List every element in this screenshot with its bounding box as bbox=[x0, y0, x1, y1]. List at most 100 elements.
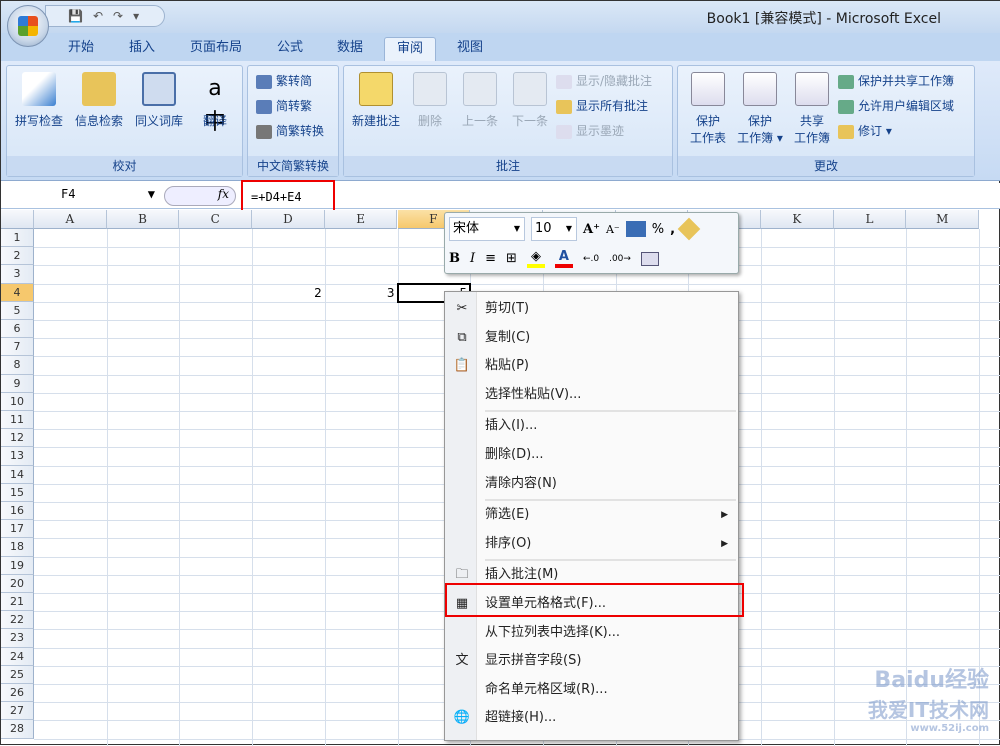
row-header-3[interactable]: 3 bbox=[1, 265, 34, 284]
column-header-E[interactable]: E bbox=[324, 210, 398, 229]
column-header-D[interactable]: D bbox=[252, 210, 325, 229]
row-header-21[interactable]: 21 bbox=[1, 593, 34, 612]
center-icon[interactable]: ≡ bbox=[485, 251, 496, 266]
conversion-button[interactable]: 简繁转换 bbox=[256, 120, 324, 142]
row-header-2[interactable]: 2 bbox=[1, 247, 34, 266]
spelling-button[interactable]: 拼写检查 bbox=[9, 72, 69, 129]
fill-color-icon[interactable]: ◈ bbox=[526, 249, 545, 268]
tab-review[interactable]: 审阅 bbox=[384, 37, 437, 61]
row-header-11[interactable]: 11 bbox=[1, 411, 34, 430]
row-header-14[interactable]: 14 bbox=[1, 465, 34, 484]
row-header-8[interactable]: 8 bbox=[1, 356, 34, 375]
cell-E4[interactable]: 3 bbox=[325, 284, 398, 302]
column-header-K[interactable]: K bbox=[761, 210, 834, 229]
row-header-16[interactable]: 16 bbox=[1, 502, 34, 521]
borders-icon[interactable]: ⊞ bbox=[506, 251, 517, 266]
row-header-9[interactable]: 9 bbox=[1, 374, 34, 393]
select-all-corner[interactable] bbox=[1, 210, 34, 229]
column-header-A[interactable]: A bbox=[34, 210, 107, 229]
row-header-24[interactable]: 24 bbox=[1, 647, 34, 666]
tab-home[interactable]: 开始 bbox=[56, 37, 106, 61]
research-button[interactable]: 信息检索 bbox=[69, 72, 129, 129]
new-comment-button[interactable]: 新建批注 bbox=[346, 72, 406, 129]
next-comment-button[interactable]: 下一条 bbox=[502, 72, 558, 129]
tab-page-layout[interactable]: 页面布局 bbox=[178, 37, 254, 61]
chevron-down-icon[interactable]: ▼ bbox=[148, 187, 155, 201]
tab-data[interactable]: 数据 bbox=[325, 37, 375, 61]
font-select[interactable]: 宋体 ▼ bbox=[449, 217, 525, 241]
customize-qat-icon[interactable]: ▾ bbox=[133, 9, 139, 23]
simp-to-trad-button[interactable]: 简转繁 bbox=[256, 95, 312, 117]
format-painter-icon[interactable] bbox=[677, 217, 701, 241]
row-header-4[interactable]: 4 bbox=[1, 283, 34, 302]
menu-item-copy[interactable]: ⧉ 复制(C) bbox=[445, 324, 738, 352]
protect-workbook-button[interactable]: 保护 工作簿 ▾ bbox=[730, 72, 790, 146]
name-box[interactable]: F4 ▼ bbox=[31, 187, 161, 201]
accounting-format-icon[interactable] bbox=[625, 221, 646, 237]
thesaurus-button[interactable]: 同义词库 bbox=[129, 72, 189, 129]
row-header-15[interactable]: 15 bbox=[1, 483, 34, 502]
cell-D4[interactable]: 2 bbox=[252, 284, 325, 302]
formula-input[interactable]: =+D4+E4 bbox=[241, 180, 335, 214]
redo-icon[interactable]: ↷ bbox=[113, 9, 123, 23]
row-header-22[interactable]: 22 bbox=[1, 611, 34, 630]
grow-font-button[interactable]: A⁺ bbox=[583, 222, 600, 237]
tab-insert[interactable]: 插入 bbox=[117, 37, 167, 61]
row-header-27[interactable]: 27 bbox=[1, 702, 34, 721]
menu-item-paste-special[interactable]: 选择性粘贴(V)... bbox=[445, 381, 738, 409]
protect-share-button[interactable]: 保护并共享工作簿 bbox=[838, 70, 954, 92]
save-icon[interactable]: 💾 bbox=[68, 9, 83, 23]
shrink-font-button[interactable]: A⁻ bbox=[606, 223, 620, 236]
column-header-B[interactable]: B bbox=[106, 210, 180, 229]
row-header-10[interactable]: 10 bbox=[1, 392, 34, 411]
row-header-12[interactable]: 12 bbox=[1, 429, 34, 448]
menu-item-hyperlink[interactable]: 🌐 超链接(H)... bbox=[445, 704, 738, 732]
menu-item-sort[interactable]: 排序(O) ▶ bbox=[445, 530, 738, 558]
row-header-18[interactable]: 18 bbox=[1, 538, 34, 557]
menu-item-cut[interactable]: ✂ 剪切(T) bbox=[445, 295, 738, 323]
protect-sheet-button[interactable]: 保护 工作表 bbox=[678, 72, 738, 146]
font-color-button[interactable]: A bbox=[554, 249, 573, 268]
insert-function-button[interactable]: fx bbox=[164, 186, 236, 206]
menu-item-pick-from-list[interactable]: 从下拉列表中选择(K)... bbox=[445, 619, 738, 647]
column-header-L[interactable]: L bbox=[833, 210, 907, 229]
percent-button[interactable]: % bbox=[652, 222, 664, 237]
trad-to-simp-button[interactable]: 繁转简 bbox=[256, 70, 312, 92]
merge-center-icon[interactable] bbox=[640, 251, 659, 266]
show-ink-button[interactable]: 显示墨迹 bbox=[556, 120, 624, 142]
row-header-26[interactable]: 26 bbox=[1, 684, 34, 703]
tab-formulas[interactable]: 公式 bbox=[265, 37, 315, 61]
row-header-7[interactable]: 7 bbox=[1, 338, 34, 357]
menu-item-filter[interactable]: 筛选(E) ▶ bbox=[445, 501, 738, 529]
delete-comment-button[interactable]: 删除 bbox=[402, 72, 458, 129]
comma-button[interactable]: , bbox=[670, 222, 675, 237]
row-header-6[interactable]: 6 bbox=[1, 320, 34, 339]
row-header-19[interactable]: 19 bbox=[1, 556, 34, 575]
row-header-23[interactable]: 23 bbox=[1, 629, 34, 648]
show-hide-comment-button[interactable]: 显示/隐藏批注 bbox=[556, 70, 652, 92]
share-workbook-button[interactable]: 共享 工作簿 bbox=[782, 72, 842, 146]
column-header-M[interactable]: M bbox=[906, 210, 980, 229]
italic-button[interactable]: I bbox=[470, 251, 475, 266]
menu-item-clear-contents[interactable]: 清除内容(N) bbox=[445, 470, 738, 498]
decrease-decimal-button[interactable]: .00→ bbox=[609, 254, 631, 264]
allow-edit-ranges-button[interactable]: 允许用户编辑区域 bbox=[838, 95, 954, 117]
menu-item-paste[interactable]: 📋 粘贴(P) bbox=[445, 352, 738, 380]
row-header-20[interactable]: 20 bbox=[1, 574, 34, 593]
font-size-select[interactable]: 10 ▼ bbox=[531, 217, 577, 241]
menu-item-show-phonetic[interactable]: 文显示拼音字段(S) bbox=[445, 647, 738, 675]
office-button[interactable] bbox=[7, 5, 49, 47]
menu-item-insert[interactable]: 插入(I)... bbox=[445, 412, 738, 440]
tab-view[interactable]: 视图 bbox=[445, 37, 495, 61]
translate-button[interactable]: a中 翻译 bbox=[185, 72, 245, 135]
row-header-13[interactable]: 13 bbox=[1, 447, 34, 466]
previous-comment-button[interactable]: 上一条 bbox=[452, 72, 508, 129]
row-header-17[interactable]: 17 bbox=[1, 520, 34, 539]
increase-decimal-button[interactable]: ←.0 bbox=[583, 254, 599, 264]
menu-item-name-range[interactable]: 命名单元格区域(R)... bbox=[445, 676, 738, 704]
show-all-comments-button[interactable]: 显示所有批注 bbox=[556, 95, 648, 117]
undo-icon[interactable]: ↶ bbox=[93, 9, 103, 23]
track-changes-button[interactable]: 修订 ▾ bbox=[838, 120, 892, 142]
row-header-28[interactable]: 28 bbox=[1, 720, 34, 739]
column-header-C[interactable]: C bbox=[179, 210, 253, 229]
